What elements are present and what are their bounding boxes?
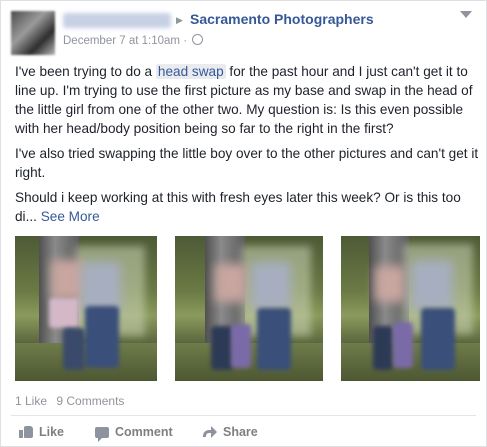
post-stats: 1 Like 9 Comments: [15, 394, 130, 408]
photo-3[interactable]: [341, 236, 480, 381]
photo-1[interactable]: [15, 236, 157, 381]
blurred-face: [375, 266, 405, 302]
blurred-face: [411, 260, 453, 310]
divider: [11, 415, 476, 416]
right-arrow-icon: ▶: [176, 15, 183, 25]
child-figure: [63, 328, 85, 370]
chevron-down-icon[interactable]: [460, 11, 472, 18]
share-button[interactable]: Share: [203, 425, 258, 439]
child-figure: [231, 324, 251, 368]
blurred-face: [215, 264, 247, 302]
like-label: Like: [39, 425, 65, 439]
timestamp-link[interactable]: December 7 at 1:10am: [63, 35, 180, 47]
blurred-face: [251, 262, 291, 310]
like-button[interactable]: Like: [19, 425, 64, 439]
share-icon: [203, 426, 217, 438]
child-figure: [211, 326, 233, 370]
comment-button[interactable]: Comment: [95, 425, 173, 442]
blurred-face: [81, 262, 121, 312]
child-figure: [393, 322, 413, 368]
action-bar: Like Comment Share: [15, 425, 485, 442]
photo-grid: [15, 236, 480, 381]
author-name-redacted[interactable]: [63, 13, 171, 28]
child-figure: [85, 306, 119, 368]
comment-count-link[interactable]: 9 Comments: [56, 394, 124, 408]
child-figure: [257, 308, 291, 370]
hashtag-link[interactable]: head swap: [155, 64, 226, 79]
child-figure: [421, 308, 455, 370]
thumbs-up-icon: [19, 426, 33, 438]
see-more-link[interactable]: See More: [41, 209, 100, 224]
photo-2[interactable]: [175, 236, 323, 381]
meta-separator: ·: [183, 35, 188, 47]
blurred-face: [51, 260, 85, 300]
paragraph-1: I've been trying to do a head swap for t…: [15, 62, 480, 138]
post-card: ▶ Sacramento Photographers December 7 at…: [0, 0, 487, 447]
share-label: Share: [223, 425, 258, 439]
child-figure: [373, 326, 393, 370]
group-name-link[interactable]: Sacramento Photographers: [190, 11, 374, 27]
avatar[interactable]: [11, 11, 55, 55]
child-figure: [49, 298, 79, 328]
paragraph-1-start: I've been trying to do a: [15, 64, 156, 79]
post-text: I've been trying to do a head swap for t…: [15, 62, 480, 232]
paragraph-2: I've also tried swapping the little boy …: [15, 146, 479, 180]
globe-icon[interactable]: [192, 34, 204, 45]
post-meta: December 7 at 1:10am ·: [63, 34, 204, 47]
comment-label: Comment: [115, 425, 173, 439]
like-count-link[interactable]: 1 Like: [15, 394, 47, 408]
paragraph-3: Should i keep working at this with fresh…: [15, 188, 480, 226]
comment-icon: [95, 426, 109, 442]
